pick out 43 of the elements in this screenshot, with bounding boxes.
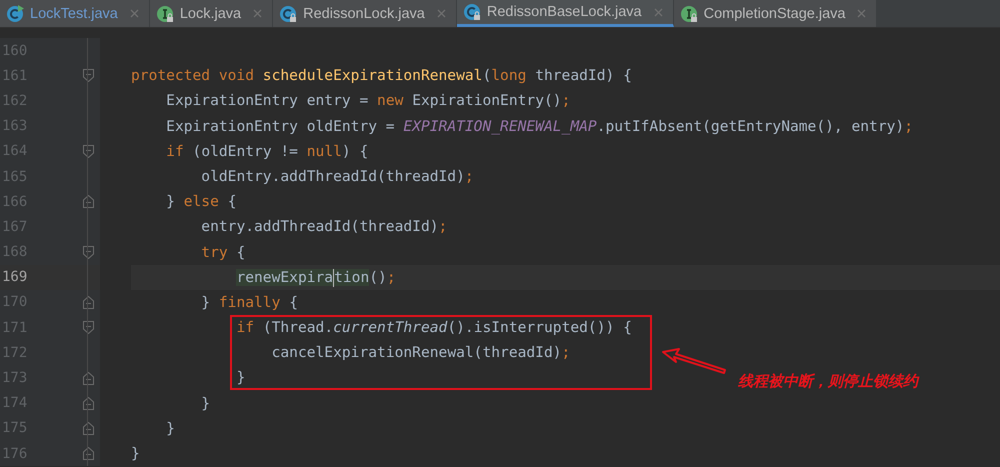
close-icon[interactable] bbox=[130, 9, 139, 18]
code-line: } bbox=[200, 394, 210, 412]
code-line: if (oldEntry != null) { bbox=[165, 142, 368, 160]
editor-tab[interactable]: LockTest.java bbox=[0, 0, 150, 27]
code-line: protected void scheduleExpirationRenewal(long threadId) { bbox=[131, 67, 632, 84]
close-icon[interactable] bbox=[253, 9, 262, 18]
line-number: 169 bbox=[1, 269, 28, 286]
code-line: try { bbox=[200, 244, 246, 260]
close-icon[interactable] bbox=[436, 9, 446, 18]
class-file-icon bbox=[6, 4, 24, 22]
fold-icon[interactable] bbox=[83, 69, 94, 82]
editor-tab[interactable]: Lock.java bbox=[150, 0, 274, 27]
fold-icon[interactable] bbox=[83, 144, 94, 158]
unfold-icon[interactable] bbox=[83, 422, 94, 435]
close-icon[interactable] bbox=[857, 9, 866, 18]
interface-file-icon bbox=[680, 4, 698, 22]
code-line: } bbox=[235, 369, 246, 386]
code-line: renewExpira tion(); bbox=[235, 268, 396, 289]
fold-icon[interactable] bbox=[83, 321, 94, 334]
code-line: } else { bbox=[165, 193, 236, 210]
interface-file-icon bbox=[156, 4, 174, 22]
code-line: } finally { bbox=[200, 294, 298, 311]
unfold-icon[interactable] bbox=[83, 396, 94, 410]
fold-icon[interactable] bbox=[83, 246, 94, 259]
class-file-icon bbox=[462, 3, 481, 21]
unfold-icon[interactable] bbox=[83, 372, 94, 385]
unfold-icon[interactable] bbox=[83, 195, 94, 208]
annotation-text: 线程被中断，则停止锁续约 bbox=[738, 372, 918, 391]
editor-tab[interactable]: RedissonLock.java bbox=[273, 0, 457, 27]
code-line: } bbox=[165, 420, 175, 437]
code-line: cancelExpirationRenewal(threadId); bbox=[270, 344, 570, 362]
close-icon[interactable] bbox=[654, 8, 663, 16]
unfold-icon[interactable] bbox=[83, 296, 94, 309]
code-line: ExpirationEntry oldEntry = EXPIRATION_RENEWAL_MAP.putIfAbsent(getEntryName(), entry); bbox=[165, 118, 914, 135]
editor-tab[interactable]: RedissonBaseLock.java bbox=[456, 0, 674, 27]
code-line: } bbox=[131, 445, 140, 462]
code-line: ExpirationEntry entry = new ExpirationEntry(); bbox=[165, 92, 570, 110]
code-line: oldEntry.addThreadId(threadId); bbox=[200, 168, 474, 185]
class-file-icon bbox=[279, 4, 298, 22]
unfold-icon[interactable] bbox=[83, 447, 94, 460]
editor-tab[interactable]: CompletionStage.java bbox=[674, 0, 878, 27]
code-line: if (Thread.currentThread().isInterrupted()) { bbox=[235, 319, 632, 336]
code-line: entry.addThreadId(threadId); bbox=[200, 218, 448, 236]
